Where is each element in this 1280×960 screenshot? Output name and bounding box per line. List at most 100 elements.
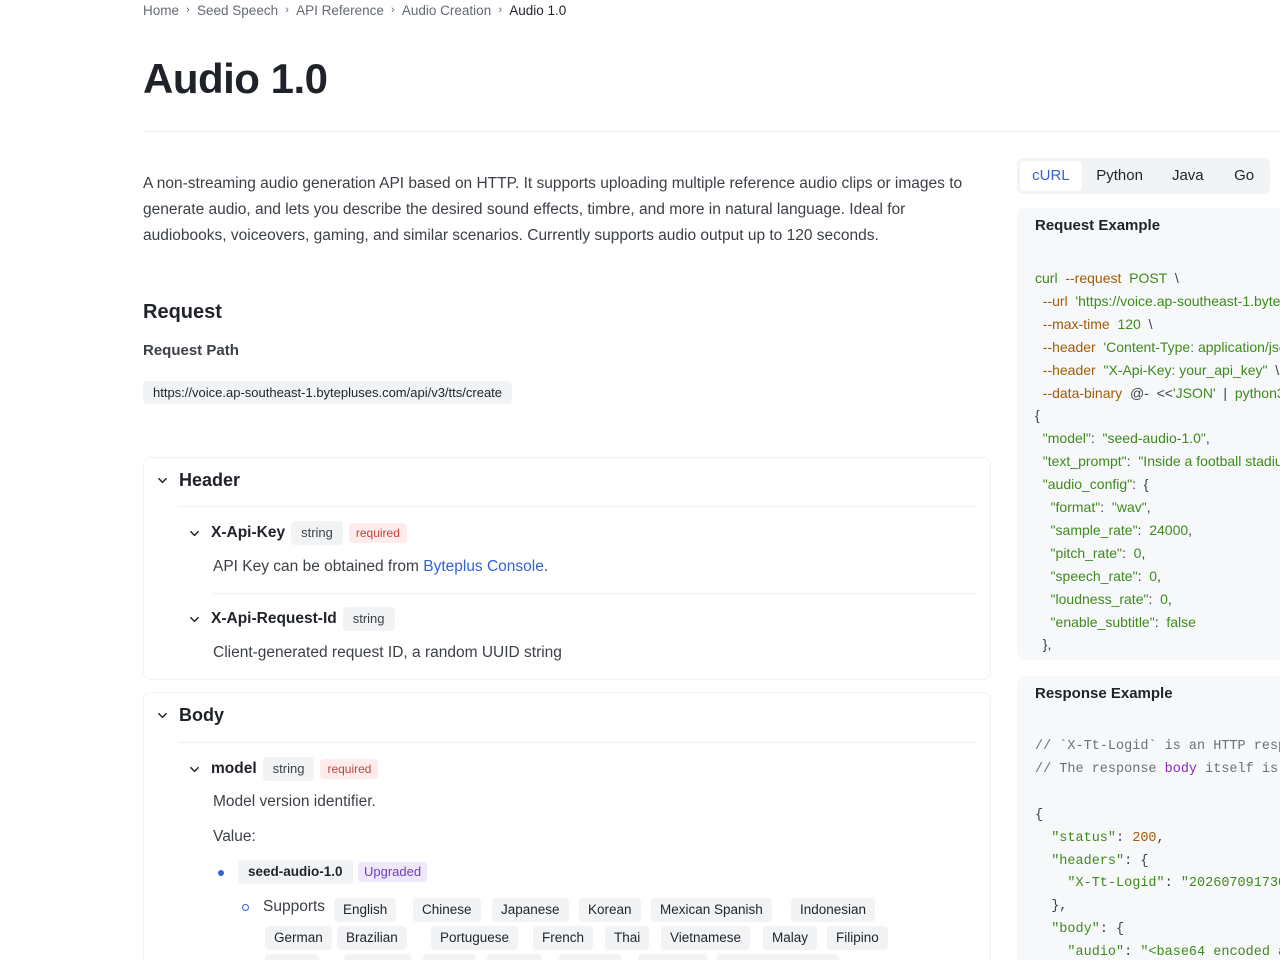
code-token: 120 (1117, 315, 1149, 332)
header-panel-title: Header (179, 469, 241, 490)
param-x-api-key-toggle[interactable]: X-Api-Key string required (188, 520, 407, 546)
tab-go[interactable]: Go (1221, 161, 1267, 191)
param-model-toggle[interactable]: model string required (188, 756, 379, 782)
divider (213, 593, 976, 594)
code-token: : (1137, 521, 1150, 538)
code-token: "seed-audio-1.0" (1102, 430, 1206, 447)
code-line: { (1035, 808, 1043, 823)
code-language-tabs: cURL Python Java Go (1017, 158, 1270, 194)
divider (178, 506, 976, 507)
request-example-card: Request Example curl --request POST \ --… (1017, 208, 1280, 660)
param-x-api-request-id-toggle[interactable]: X-Api-Request-Id string (188, 606, 401, 632)
code-line: curl --request POST \ (1035, 270, 1179, 286)
response-example-card: Response Example // `X-Tt-Logid` is an H… (1017, 676, 1280, 960)
code-token: POST (1129, 270, 1175, 286)
byteplus-console-link[interactable]: Byteplus Console (423, 558, 544, 575)
sub-bullet-icon (242, 904, 249, 911)
language-chip: Indonesian (791, 898, 876, 922)
code-token: : (1100, 499, 1112, 515)
language-chip: Brazilian (337, 926, 407, 950)
breadcrumb-item[interactable]: Home (143, 3, 179, 18)
code-line: "pitch_rate": 0, (1035, 544, 1146, 561)
code-line: "audio": "<base64 encoded audio>" (1035, 945, 1280, 960)
param-type-badge: string (291, 521, 343, 545)
code-token: body (1164, 761, 1198, 777)
param-type-badge: string (262, 757, 315, 781)
code-token: "loudness_rate" (1035, 590, 1149, 607)
code-token: }, (1035, 899, 1068, 915)
tab-python[interactable]: Python (1084, 161, 1155, 191)
code-token: "X-Api-Key: your_api_key" (1103, 361, 1276, 378)
language-chip: Polish (487, 954, 542, 960)
code-token: --max-time (1035, 315, 1118, 332)
code-token: // The response (1035, 761, 1165, 777)
code-token: \ (1148, 315, 1153, 332)
chevron-down-icon (156, 474, 168, 486)
chevron-right-icon: › (391, 4, 395, 16)
code-token: 'Content-Type: application/json' (1103, 338, 1280, 355)
code-token: "Inside a football stadium" (1138, 453, 1280, 470)
request-example-title: Request Example (1035, 217, 1161, 234)
code-token: : (1148, 590, 1161, 607)
body-panel-toggle[interactable]: Body (156, 693, 224, 737)
code-token: "text_prompt" (1035, 453, 1127, 470)
chevron-down-icon (188, 613, 200, 625)
code-token: "body" (1035, 922, 1100, 938)
code-token: 0 (1160, 590, 1168, 607)
page-title: Audio 1.0 (143, 55, 328, 102)
language-chip: English (334, 898, 397, 922)
code-token: : (1154, 613, 1167, 630)
code-line: "text_prompt": "Inside a football stadiu… (1035, 453, 1280, 469)
code-token: curl (1035, 270, 1066, 286)
code-line: --url 'https://voice.ap-southeast-1.byte… (1035, 293, 1280, 309)
upgraded-badge: Upgraded (358, 862, 428, 882)
language-chip: Japanese (492, 898, 569, 922)
request-path-url: https://voice.ap-southeast-1.bytepluses.… (143, 381, 513, 404)
chevron-right-icon: › (186, 4, 190, 16)
language-chip: Korean (579, 898, 641, 922)
code-line: --header 'Content-Type: application/json… (1035, 339, 1280, 355)
code-token: : (1121, 544, 1134, 561)
chevron-down-icon (188, 763, 200, 775)
chevron-right-icon: › (285, 4, 289, 16)
code-line: "body": { (1035, 922, 1124, 937)
param-description: API Key can be obtained from Byteplus Co… (213, 558, 548, 576)
breadcrumb-item[interactable]: API Reference (296, 3, 384, 18)
code-token: "model" (1035, 430, 1091, 447)
code-line: "loudness_rate": 0, (1035, 591, 1172, 607)
code-line: "X-Tt-Logid": "20260709173012" (1035, 876, 1280, 891)
code-line: { (1035, 407, 1040, 423)
header-panel-toggle[interactable]: Header (156, 458, 240, 502)
divider (178, 742, 976, 743)
code-token: "X-Tt-Logid" (1035, 876, 1165, 892)
code-token: 24000 (1149, 521, 1189, 538)
tab-java[interactable]: Java (1157, 161, 1219, 191)
code-token: 200 (1132, 830, 1157, 846)
breadcrumb-item[interactable]: Audio Creation (402, 3, 491, 18)
request-section-title: Request (143, 301, 222, 323)
code-token: }, (1035, 636, 1052, 653)
language-chip: Turkish (559, 954, 621, 960)
code-token: "20260709173012" (1180, 876, 1280, 892)
code-token: @- << (1129, 384, 1173, 401)
code-token: | (1215, 384, 1235, 401)
response-example-title: Response Example (1035, 685, 1173, 702)
chevron-right-icon: › (498, 4, 503, 16)
code-line: "model": "seed-audio-1.0", (1035, 430, 1210, 446)
intro-paragraph: A non-streaming audio generation API bas… (143, 175, 963, 244)
code-token: "sample_rate" (1035, 521, 1138, 538)
breadcrumb-item[interactable]: Seed Speech (197, 3, 278, 18)
header-panel: Header X-Api-Key string required API Key… (143, 457, 991, 680)
code-token: , (1188, 521, 1193, 538)
code-token: : (1164, 876, 1181, 892)
code-line: "sample_rate": 24000, (1035, 521, 1193, 538)
code-token: : { (1132, 476, 1149, 493)
code-token: : (1137, 567, 1150, 584)
request-path-label: Request Path (143, 342, 239, 359)
language-chip: Castilian Spanish (717, 954, 840, 960)
param-name: X-Api-Request-Id (211, 610, 337, 627)
code-token: : (1116, 830, 1133, 846)
tab-curl[interactable]: cURL (1020, 161, 1082, 191)
title-divider (143, 131, 1280, 132)
body-panel: Body model string required Model version… (143, 692, 991, 960)
